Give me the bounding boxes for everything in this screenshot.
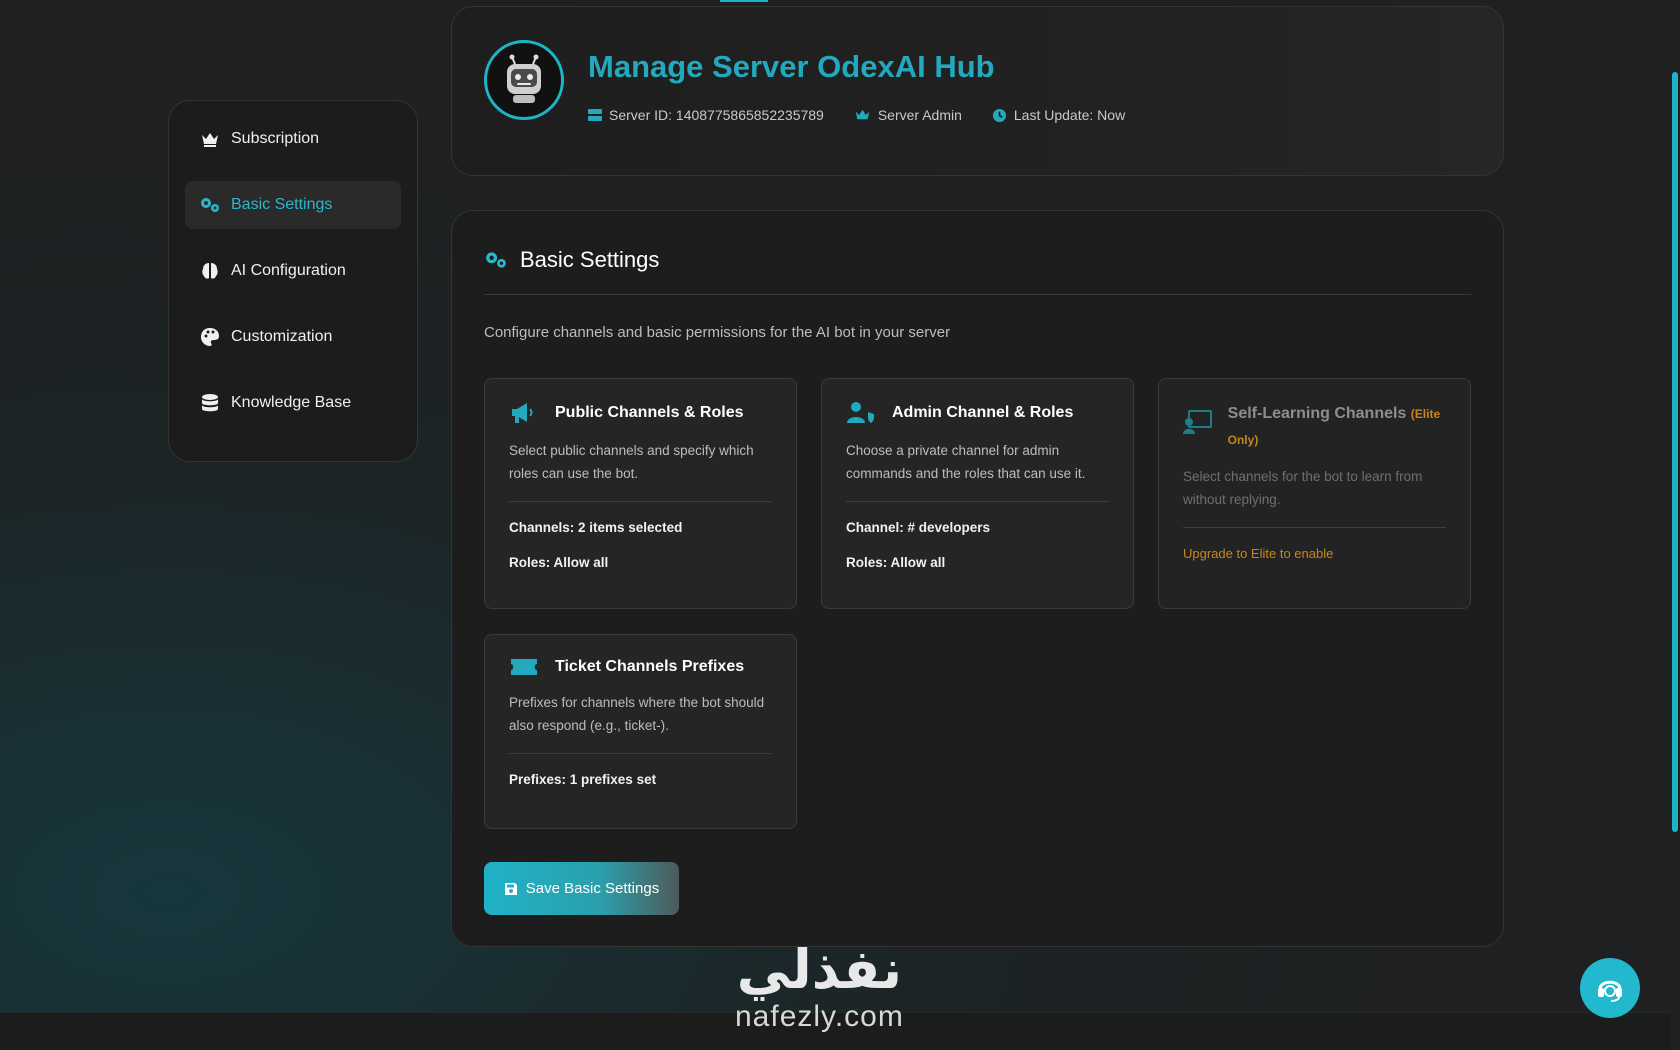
crown-icon: [854, 108, 871, 122]
sidebar-item-label: AI Configuration: [231, 262, 346, 279]
card-description: Select public channels and specify which…: [509, 443, 754, 481]
card-description: Choose a private channel for admin comma…: [846, 443, 1086, 481]
chalkboard-user-icon: [1183, 409, 1214, 435]
sidebar-item-label: Basic Settings: [231, 196, 333, 213]
divider: [846, 501, 1109, 502]
self-learning-card: Self-Learning Channels (Elite Only) Sele…: [1158, 378, 1471, 609]
crown-icon: [199, 128, 221, 150]
panel-description: Configure channels and basic permissions…: [484, 324, 951, 341]
scrollbar-thumb[interactable]: [1672, 72, 1678, 832]
card-title: Self-Learning Channels: [1227, 405, 1407, 422]
gears-icon: [484, 250, 508, 270]
sidebar-item-knowledge-base[interactable]: Knowledge Base: [185, 379, 401, 427]
divider: [484, 294, 1471, 295]
basic-settings-panel: Basic Settings Configure channels and ba…: [451, 210, 1504, 947]
public-channels-card[interactable]: Public Channels & Roles Select public ch…: [484, 378, 797, 609]
server-role: Server Admin: [854, 107, 962, 123]
channel-value: Channel: # developers: [846, 520, 991, 535]
server-id-text: Server ID: 1408775865852235789: [609, 107, 824, 123]
robot-icon: [507, 54, 541, 103]
server-icon: [588, 108, 602, 122]
database-icon: [199, 392, 221, 414]
panel-title: Basic Settings: [484, 247, 659, 273]
sidebar-item-subscription[interactable]: Subscription: [185, 115, 401, 163]
divider: [509, 501, 772, 502]
support-chat-button[interactable]: [1580, 958, 1640, 1018]
sidebar-item-ai-configuration[interactable]: AI Configuration: [185, 247, 401, 295]
server-id: Server ID: 1408775865852235789: [588, 107, 824, 123]
sidebar: Subscription Basic Settings AI Configura…: [168, 100, 418, 462]
headset-icon: [1598, 980, 1622, 1002]
last-update-text: Last Update: Now: [1013, 107, 1126, 123]
sidebar-item-label: Customization: [231, 328, 333, 345]
palette-icon: [199, 326, 221, 348]
upgrade-notice: Upgrade to Elite to enable: [1183, 546, 1334, 561]
sidebar-item-basic-settings[interactable]: Basic Settings: [185, 181, 401, 229]
panel-title-text: Basic Settings: [520, 247, 660, 272]
ticket-prefixes-card[interactable]: Ticket Channels Prefixes Prefixes for ch…: [484, 634, 797, 829]
divider: [1183, 527, 1446, 528]
server-header-card: Manage Server OdexAI Hub Server ID: 1408…: [451, 6, 1504, 176]
page-title: Manage Server OdexAI Hub: [588, 49, 995, 84]
avatar: [484, 40, 564, 120]
sidebar-item-label: Subscription: [231, 130, 320, 147]
channels-value: Channels: 2 items selected: [509, 520, 683, 535]
card-title: Admin Channel & Roles: [892, 404, 1074, 421]
admin-channel-card[interactable]: Admin Channel & Roles Choose a private c…: [821, 378, 1134, 609]
user-shield-icon: [846, 401, 878, 425]
megaphone-icon: [509, 401, 541, 425]
save-basic-settings-button[interactable]: Save Basic Settings: [484, 862, 679, 915]
roles-value: Roles: Allow all: [509, 555, 609, 570]
watermark: نفذلي nafezly.com: [735, 940, 904, 1034]
brain-icon: [199, 260, 221, 282]
card-description: Prefixes for channels where the bot shou…: [509, 695, 765, 733]
prefixes-value: Prefixes: 1 prefixes set: [509, 772, 657, 787]
roles-value: Roles: Allow all: [846, 555, 946, 570]
sidebar-item-label: Knowledge Base: [231, 394, 352, 411]
watermark-domain: nafezly.com: [735, 1000, 904, 1033]
card-title: Public Channels & Roles: [555, 404, 744, 421]
divider: [509, 753, 772, 754]
ticket-icon: [509, 657, 541, 677]
floppy-disk-icon: [504, 882, 518, 896]
server-role-text: Server Admin: [877, 107, 962, 123]
scrollbar[interactable]: [1670, 0, 1680, 1050]
server-meta: Server ID: 1408775865852235789 Server Ad…: [588, 107, 1155, 123]
save-button-label: Save Basic Settings: [525, 880, 660, 897]
top-accent-bar: [720, 0, 768, 2]
card-title: Ticket Channels Prefixes: [555, 658, 745, 675]
gears-icon: [199, 194, 221, 216]
last-update: Last Update: Now: [992, 107, 1125, 123]
clock-icon: [992, 108, 1007, 123]
sidebar-item-customization[interactable]: Customization: [185, 313, 401, 361]
card-description: Select channels for the bot to learn fro…: [1183, 469, 1423, 507]
watermark-logo: نفذلي: [736, 938, 903, 1001]
